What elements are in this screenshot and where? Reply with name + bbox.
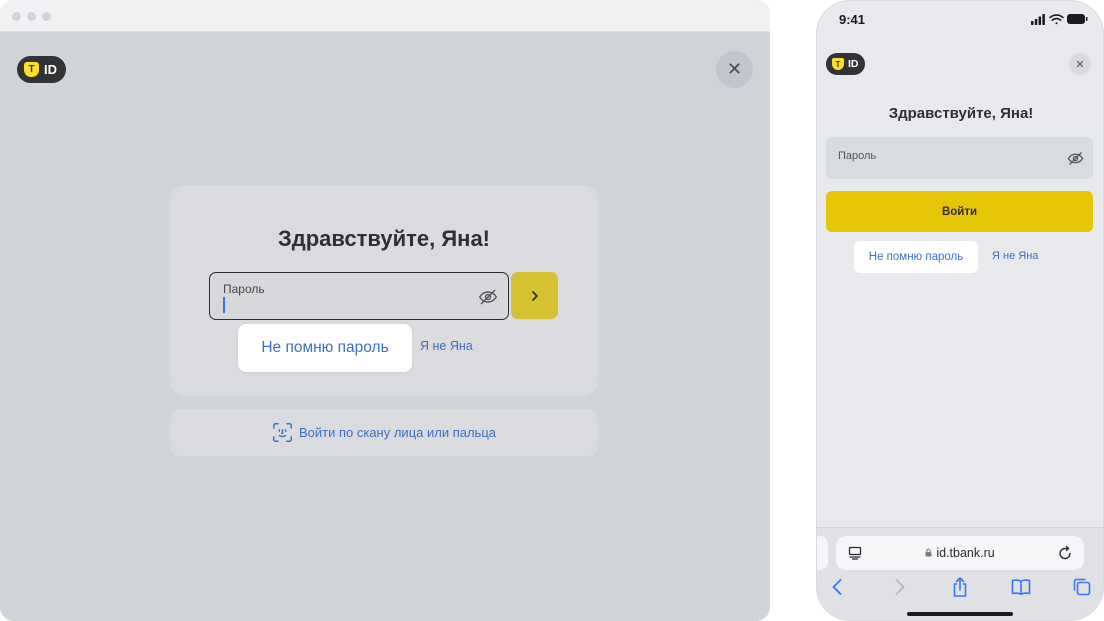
- text-caret: [223, 297, 225, 313]
- greeting-title: Здравствуйте, Яна!: [888, 105, 1034, 122]
- desktop-browser-window: T ID ✕ Здравствуйте, Яна! Пароль Не помн…: [0, 0, 770, 621]
- status-icons: [1031, 14, 1088, 25]
- login-card: Здравствуйте, Яна! Пароль Не помню парол…: [170, 186, 598, 396]
- safari-toolbar: id.tbank.ru: [817, 527, 1103, 620]
- password-label: Пароль: [838, 150, 877, 162]
- close-icon: ✕: [726, 59, 743, 79]
- not-me-link[interactable]: Я не Яна: [420, 339, 473, 353]
- forward-icon[interactable]: [888, 576, 910, 598]
- password-label: Пароль: [223, 282, 265, 296]
- bookmarks-icon[interactable]: [1010, 576, 1032, 598]
- forgot-password-button[interactable]: Не помню пароль: [238, 324, 412, 372]
- logo-text: ID: [848, 58, 859, 70]
- biometric-login-button[interactable]: Войти по скану лица или пальца: [170, 409, 598, 456]
- not-me-link[interactable]: Я не Яна: [992, 250, 1038, 262]
- url-display: id.tbank.ru: [836, 546, 1084, 560]
- status-time: 9:41: [839, 12, 866, 27]
- status-bar: 9:41: [817, 1, 1103, 37]
- logo-text: ID: [44, 62, 57, 77]
- tid-logo: T ID: [826, 53, 865, 75]
- forgot-password-button[interactable]: Не помню пароль: [854, 241, 978, 273]
- greeting-title: Здравствуйте, Яна!: [277, 226, 491, 251]
- reload-icon[interactable]: [1058, 545, 1072, 560]
- url-text: id.tbank.ru: [936, 546, 995, 560]
- tid-logo: T ID: [17, 56, 66, 83]
- back-icon[interactable]: [827, 576, 849, 598]
- close-icon: ✕: [1075, 58, 1085, 71]
- signal-icon: [1031, 14, 1045, 25]
- eye-off-icon[interactable]: [1067, 150, 1084, 167]
- share-icon[interactable]: [949, 576, 971, 598]
- address-bar[interactable]: id.tbank.ru: [836, 536, 1084, 570]
- window-minimize-dot[interactable]: [27, 12, 36, 21]
- previous-tab-stub[interactable]: [817, 536, 828, 570]
- wifi-icon: [1049, 14, 1064, 25]
- battery-icon: [1067, 14, 1088, 24]
- window-zoom-dot[interactable]: [42, 12, 51, 21]
- tabs-icon[interactable]: [1071, 576, 1093, 598]
- tbank-shield-icon: T: [24, 62, 39, 77]
- lock-icon: [925, 548, 932, 557]
- mobile-phone-frame: 9:41 T ID ✕ Здравствуйте, Яна! Пароль Во…: [816, 0, 1104, 621]
- login-overlay: T ID ✕ Здравствуйте, Яна! Пароль Не помн…: [0, 33, 770, 621]
- password-field[interactable]: Пароль: [209, 272, 509, 320]
- submit-button[interactable]: Войти: [826, 191, 1093, 232]
- window-close-dot[interactable]: [12, 12, 21, 21]
- chevron-right-icon: [531, 290, 538, 301]
- next-button[interactable]: [511, 272, 558, 319]
- face-id-icon: [273, 423, 292, 442]
- window-title-bar: [0, 0, 770, 32]
- close-button[interactable]: ✕: [1069, 53, 1091, 75]
- close-button[interactable]: ✕: [716, 51, 753, 88]
- biometric-login-label: Войти по скану лица или пальца: [298, 425, 497, 440]
- password-field[interactable]: Пароль: [826, 137, 1093, 179]
- eye-off-icon[interactable]: [478, 287, 498, 307]
- home-indicator: [907, 612, 1013, 616]
- tbank-shield-icon: T: [832, 58, 844, 70]
